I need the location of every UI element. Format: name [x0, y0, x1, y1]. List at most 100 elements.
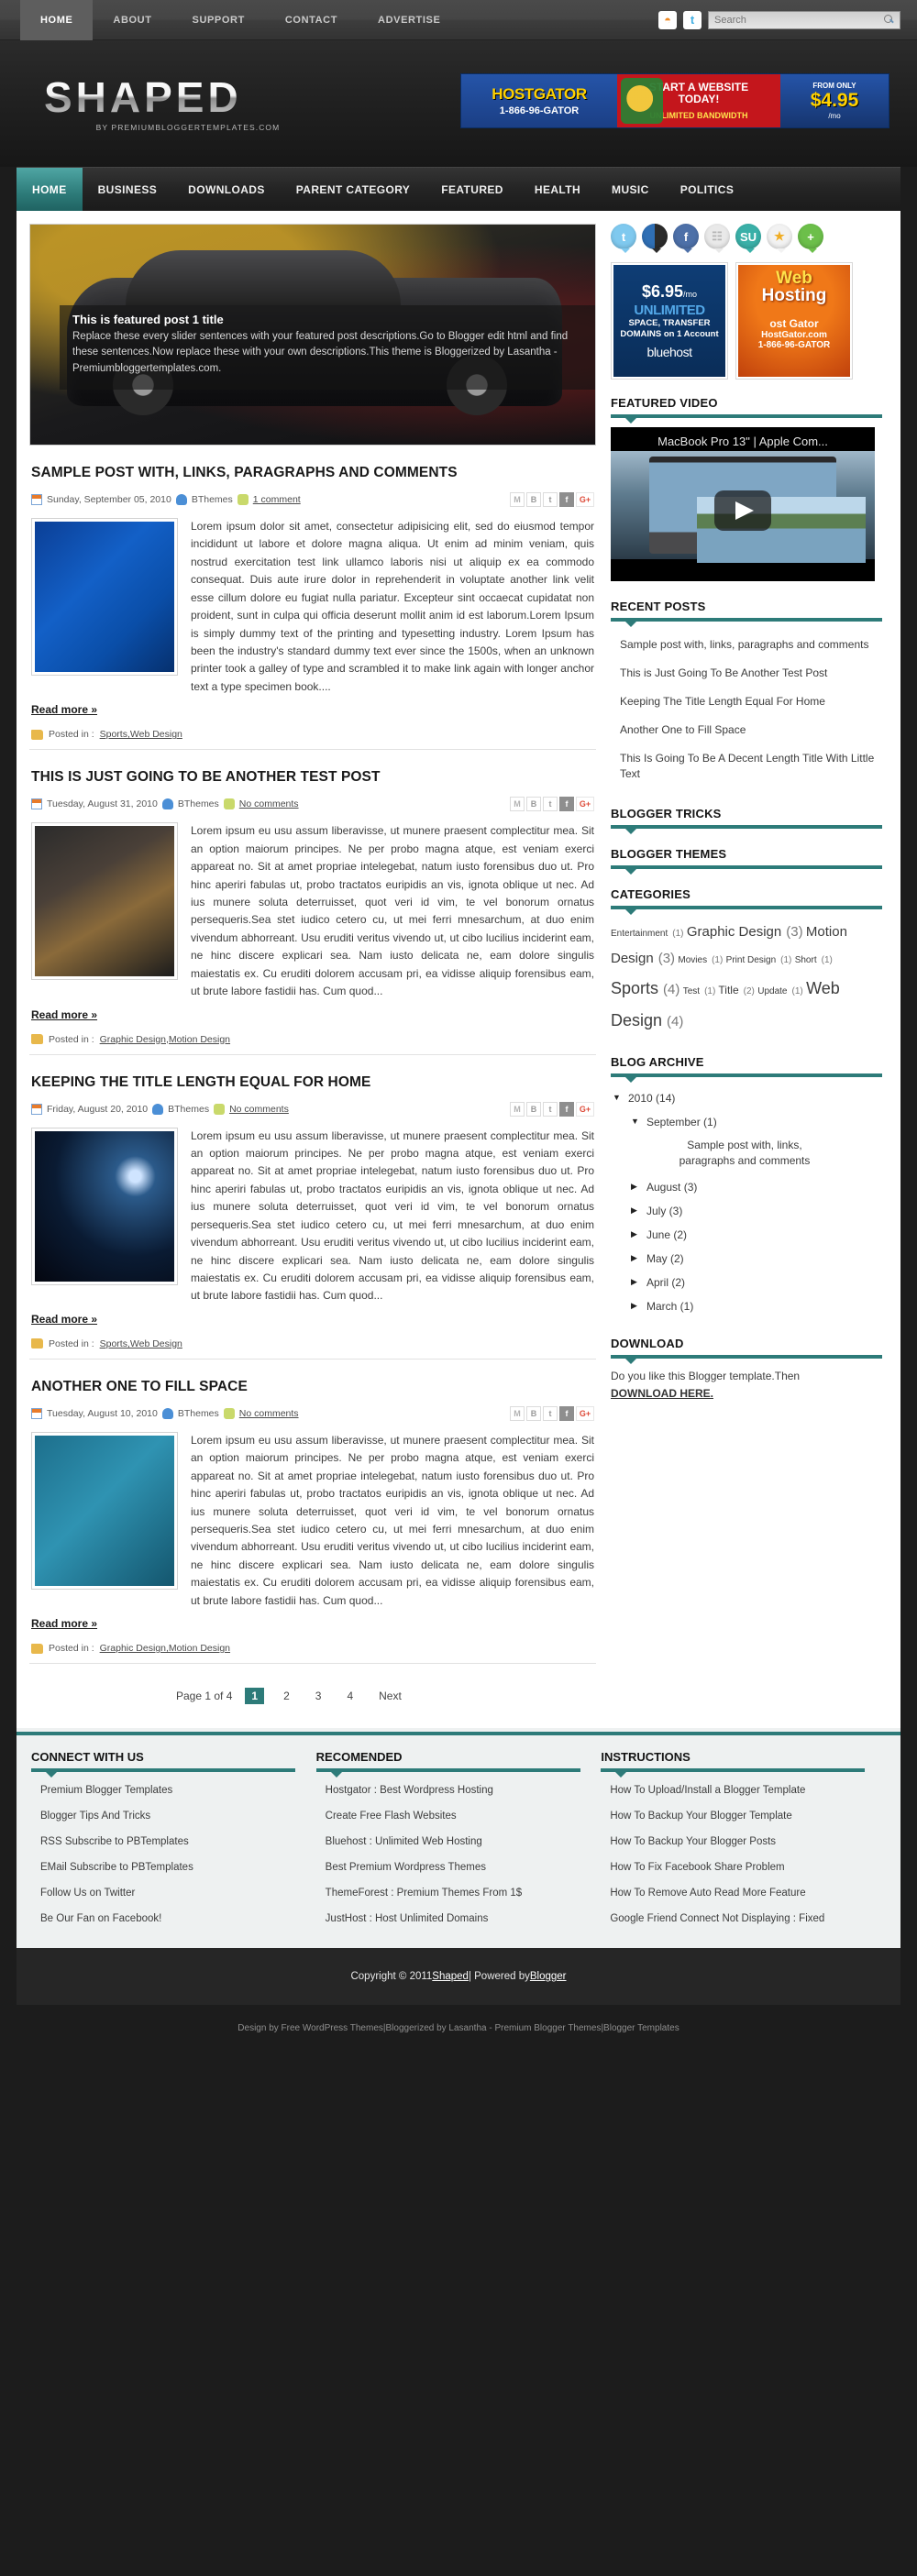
facebook-share-icon[interactable]: f	[559, 1101, 574, 1117]
mainnav-item-health[interactable]: HEALTH	[519, 168, 596, 211]
footer-link[interactable]: Google Friend Connect Not Displaying : F…	[610, 1913, 824, 1924]
topnav-item-contact[interactable]: CONTACT	[265, 0, 358, 40]
archive-month-open[interactable]: ▼ September (1)	[611, 1110, 882, 1134]
copyright-blogger-link[interactable]: Blogger	[530, 1971, 567, 1982]
mainnav-item-downloads[interactable]: DOWNLOADS	[172, 168, 281, 211]
category-link[interactable]: Test	[683, 986, 700, 996]
topnav-item-home[interactable]: HOME	[20, 0, 94, 40]
search-input[interactable]	[714, 14, 884, 26]
archive-month-label[interactable]: September (1)	[646, 1116, 717, 1128]
post-thumbnail[interactable]	[31, 822, 178, 981]
list-item[interactable]: Bluehost : Unlimited Web Hosting	[316, 1829, 587, 1855]
copyright-site-link[interactable]: Shaped	[432, 1971, 469, 1982]
mainnav-item-business[interactable]: BUSINESS	[83, 168, 173, 211]
footer-link[interactable]: How To Backup Your Blogger Template	[610, 1811, 791, 1822]
stumbleupon-bubble[interactable]: SU	[735, 224, 761, 253]
blogger-share-icon[interactable]: B	[526, 797, 541, 812]
post-label-links[interactable]: Graphic Design,Motion Design	[100, 1034, 230, 1045]
video-player[interactable]: MacBook Pro 13" | Apple Com...	[611, 427, 875, 581]
read-more-link[interactable]: Read more »	[31, 1313, 97, 1326]
list-item[interactable]: Keeping The Title Length Equal For Home	[611, 688, 882, 716]
footer-link[interactable]: RSS Subscribe to PBTemplates	[40, 1836, 189, 1847]
play-button-icon[interactable]	[714, 490, 771, 531]
post-thumbnail[interactable]	[31, 1431, 178, 1590]
post-comments-link[interactable]: 1 comment	[253, 494, 301, 505]
mainnav-item-parent-category[interactable]: PARENT CATEGORY	[281, 168, 425, 211]
facebook-share-icon[interactable]: f	[559, 797, 574, 812]
mainnav-item-featured[interactable]: FEATURED	[425, 168, 519, 211]
blogger-share-icon[interactable]: B	[526, 1405, 541, 1421]
delicious-bubble[interactable]	[642, 224, 668, 253]
archive-year-label[interactable]: 2010 (14)	[628, 1092, 675, 1105]
category-link[interactable]: Short	[795, 955, 817, 965]
credits-wordpress-link[interactable]: Design by Free WordPress Themes	[238, 2023, 383, 2033]
archive-month[interactable]: ▶ April (2)	[611, 1271, 882, 1294]
chevron-down-icon[interactable]: ▼	[613, 1092, 622, 1104]
credits-templates-link[interactable]: Blogger Templates	[603, 2023, 679, 2033]
twitter-share-icon[interactable]: t	[543, 797, 558, 812]
search-box[interactable]	[708, 10, 900, 29]
chevron-down-icon[interactable]: ▼	[631, 1116, 640, 1128]
recent-post-link[interactable]: Sample post with, links, paragraphs and …	[620, 638, 868, 651]
favorites-bubble[interactable]: ★	[767, 224, 792, 253]
chevron-right-icon[interactable]: ▶	[631, 1228, 640, 1240]
read-more-link[interactable]: Read more »	[31, 1617, 97, 1630]
gmail-share-icon[interactable]: M	[510, 797, 525, 812]
hostgator-ad[interactable]: Web Hosting ost Gator HostGator.com 1-86…	[735, 262, 853, 380]
category-link[interactable]: Title	[718, 984, 738, 996]
footer-link[interactable]: Blogger Tips And Tricks	[40, 1811, 150, 1822]
topnav-item-support[interactable]: SUPPORT	[172, 0, 265, 40]
archive-month-label[interactable]: April (2)	[646, 1276, 685, 1289]
mainnav-item-home[interactable]: HOME	[17, 168, 83, 211]
list-item[interactable]: Hostgator : Best Wordpress Hosting	[316, 1778, 587, 1803]
list-item[interactable]: How To Upload/Install a Blogger Template	[601, 1778, 871, 1803]
mainnav-item-politics[interactable]: POLITICS	[665, 168, 750, 211]
twitter-share-icon[interactable]: t	[543, 1101, 558, 1117]
archive-month[interactable]: ▶ July (3)	[611, 1199, 882, 1223]
gmail-share-icon[interactable]: M	[510, 491, 525, 507]
blogger-share-icon[interactable]: B	[526, 1101, 541, 1117]
twitter-share-icon[interactable]: t	[543, 1405, 558, 1421]
footer-link[interactable]: Be Our Fan on Facebook!	[40, 1913, 161, 1924]
archive-month-label[interactable]: June (2)	[646, 1228, 687, 1241]
archive-year[interactable]: ▼ 2010 (14)	[611, 1086, 882, 1110]
pager-page-1[interactable]: 1	[245, 1688, 265, 1705]
digg-bubble[interactable]: ☷	[704, 224, 730, 253]
footer-link[interactable]: How To Remove Auto Read More Feature	[610, 1888, 805, 1899]
post-thumbnail[interactable]	[31, 517, 178, 676]
topnav-item-about[interactable]: ABOUT	[93, 0, 171, 40]
footer-link[interactable]: ThemeForest : Premium Themes From 1$	[326, 1888, 523, 1899]
list-item[interactable]: ThemeForest : Premium Themes From 1$	[316, 1880, 587, 1906]
category-link[interactable]: Sports	[611, 979, 658, 997]
list-item[interactable]: This is Just Going To Be Another Test Po…	[611, 659, 882, 688]
mainnav-item-music[interactable]: MUSIC	[596, 168, 665, 211]
chevron-right-icon[interactable]: ▶	[631, 1252, 640, 1264]
googleplus-share-icon[interactable]: G+	[576, 797, 594, 812]
rss-icon[interactable]: ◓	[658, 10, 677, 29]
list-item[interactable]: How To Fix Facebook Share Problem	[601, 1855, 871, 1880]
post-thumbnail[interactable]	[31, 1127, 178, 1285]
blogger-share-icon[interactable]: B	[526, 491, 541, 507]
category-link[interactable]: Movies	[678, 955, 707, 965]
googleplus-share-icon[interactable]: G+	[576, 1101, 594, 1117]
list-item[interactable]: EMail Subscribe to PBTemplates	[31, 1855, 302, 1880]
archive-month[interactable]: ▶ May (2)	[611, 1247, 882, 1271]
archive-post-link[interactable]: Sample post with, links, paragraphs and …	[611, 1134, 831, 1175]
post-title[interactable]: SAMPLE POST WITH, LINKS, PARAGRAPHS AND …	[31, 464, 594, 483]
featured-slider[interactable]: This is featured post 1 title Replace th…	[29, 224, 596, 446]
post-label-links[interactable]: Graphic Design,Motion Design	[100, 1643, 230, 1654]
archive-month-label[interactable]: March (1)	[646, 1300, 693, 1313]
category-link[interactable]: Entertainment	[611, 929, 668, 939]
read-more-link[interactable]: Read more »	[31, 1008, 97, 1021]
archive-month[interactable]: ▶ June (2)	[611, 1223, 882, 1247]
archive-month-label[interactable]: August (3)	[646, 1181, 697, 1194]
facebook-share-icon[interactable]: f	[559, 1405, 574, 1421]
list-item[interactable]: Another One to Fill Space	[611, 716, 882, 744]
archive-month-label[interactable]: May (2)	[646, 1252, 684, 1265]
header-banner-ad[interactable]: HOSTGATOR 1-866-96-GATOR START A WEBSITE…	[460, 73, 889, 128]
footer-link[interactable]: How To Fix Facebook Share Problem	[610, 1862, 784, 1873]
logo-block[interactable]: SHAPED BY PREMIUMBLOGGERTEMPLATES.COM	[28, 76, 339, 132]
pager-page-3[interactable]: 3	[309, 1688, 328, 1704]
list-item[interactable]: How To Backup Your Blogger Posts	[601, 1829, 871, 1855]
footer-link[interactable]: Premium Blogger Templates	[40, 1785, 172, 1796]
